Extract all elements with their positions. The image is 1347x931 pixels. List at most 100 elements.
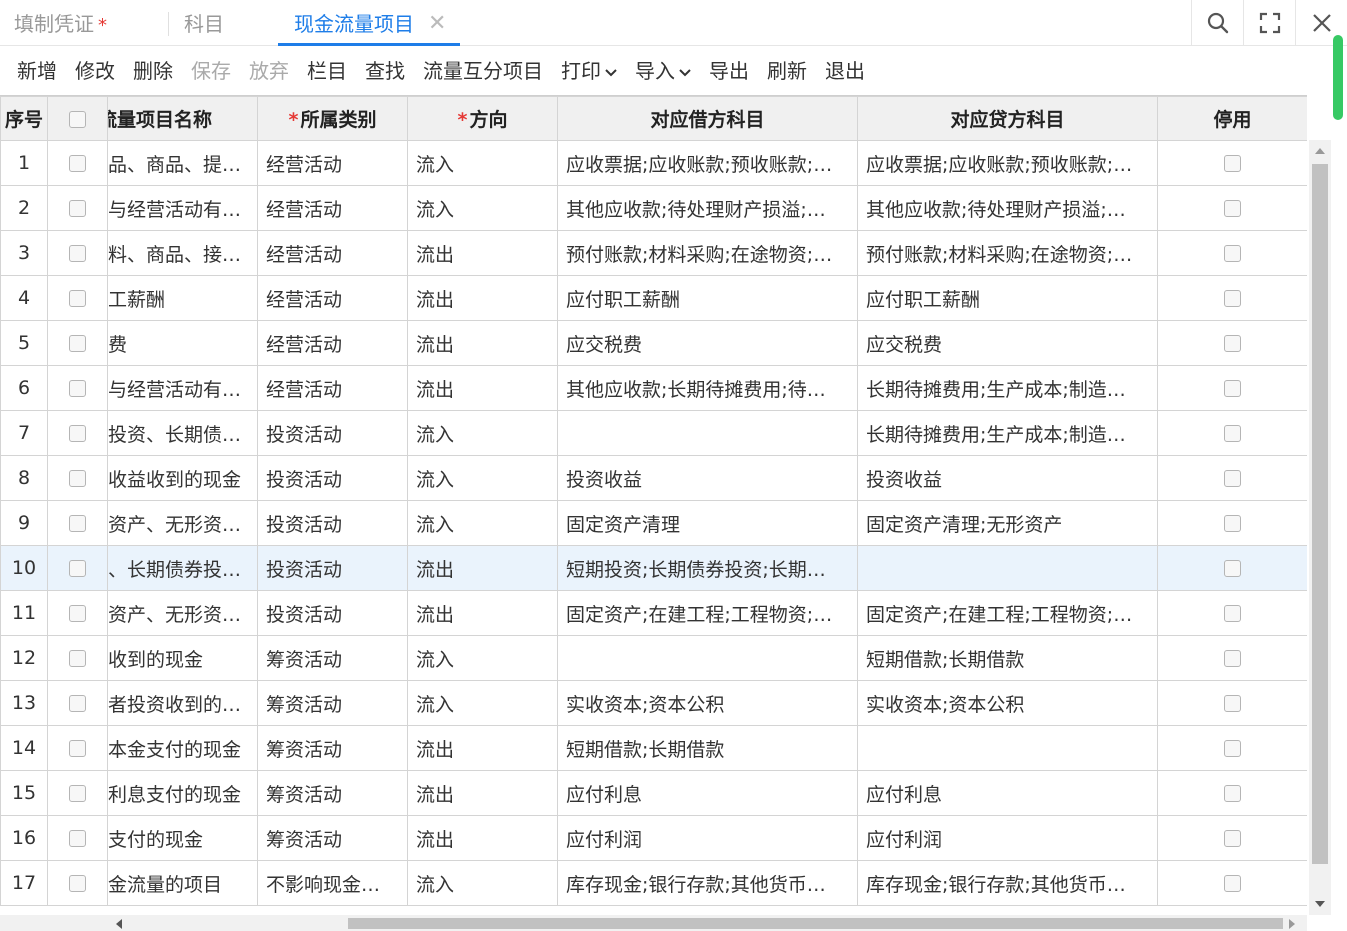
row-checkbox[interactable] xyxy=(69,335,86,352)
row-checkbox[interactable] xyxy=(69,290,86,307)
print-dropdown[interactable]: 打印 xyxy=(552,47,626,95)
cell-category[interactable]: 投资活动 xyxy=(257,500,408,546)
cell-debit-accounts[interactable]: 应交税费 xyxy=(557,320,858,366)
cell-name[interactable]: 工薪酬 xyxy=(107,275,258,321)
table-row[interactable]: 3 料、商品、接… 经营活动 流出 预付账款;材料采购;在途物资;… 预付账款;材料采购;… xyxy=(0,230,1307,276)
cell-debit-accounts[interactable]: 实收资本;资本公积 xyxy=(557,680,858,726)
row-checkbox[interactable] xyxy=(69,740,86,757)
cell-name[interactable]: 资产、无形资… xyxy=(107,590,258,636)
cell-select[interactable] xyxy=(47,455,108,501)
cell-category[interactable]: 筹资活动 xyxy=(257,815,408,861)
cell-category[interactable]: 投资活动 xyxy=(257,455,408,501)
table-row[interactable]: 6 与经营活动有… 经营活动 流出 其他应收款;长期待摊费用;待… 长期待摊费用;生产成本… xyxy=(0,365,1307,411)
cell-direction[interactable]: 流入 xyxy=(407,140,558,186)
cell-direction[interactable]: 流出 xyxy=(407,770,558,816)
col-header-name[interactable]: 流量项目名称 xyxy=(107,96,258,141)
cell-credit-accounts[interactable]: 短期借款;长期借款 xyxy=(857,635,1158,681)
delete-button[interactable]: 删除 xyxy=(124,47,182,95)
cell-disabled[interactable] xyxy=(1157,815,1307,861)
add-button[interactable]: 新增 xyxy=(8,47,66,95)
disabled-checkbox[interactable] xyxy=(1224,875,1241,892)
find-button[interactable]: 查找 xyxy=(356,47,414,95)
row-checkbox[interactable] xyxy=(69,875,86,892)
cell-disabled[interactable] xyxy=(1157,410,1307,456)
close-icon[interactable]: ✕ xyxy=(428,0,446,48)
cell-category[interactable]: 筹资活动 xyxy=(257,725,408,771)
cell-disabled[interactable] xyxy=(1157,725,1307,771)
cell-disabled[interactable] xyxy=(1157,185,1307,231)
table-row[interactable]: 15 利息支付的现金 筹资活动 流出 应付利息 应付利息 xyxy=(0,770,1307,816)
cell-direction[interactable]: 流出 xyxy=(407,365,558,411)
row-checkbox[interactable] xyxy=(69,605,86,622)
cell-category[interactable]: 筹资活动 xyxy=(257,770,408,816)
cell-debit-accounts[interactable]: 固定资产;在建工程;工程物资;… xyxy=(557,590,858,636)
disabled-checkbox[interactable] xyxy=(1224,605,1241,622)
cell-direction[interactable]: 流出 xyxy=(407,545,558,591)
row-checkbox[interactable] xyxy=(69,560,86,577)
cell-category[interactable]: 经营活动 xyxy=(257,230,408,276)
col-header-disabled[interactable]: 停用 xyxy=(1157,96,1307,141)
col-header-debit[interactable]: 对应借方科目 xyxy=(557,96,858,141)
disabled-checkbox[interactable] xyxy=(1224,470,1241,487)
cell-category[interactable]: 筹资活动 xyxy=(257,680,408,726)
scroll-up-icon[interactable] xyxy=(1315,148,1325,154)
table-row[interactable]: 2 与经营活动有… 经营活动 流入 其他应收款;待处理财产损溢;… 其他应收款;待处理财产… xyxy=(0,185,1307,231)
cell-name[interactable]: 利息支付的现金 xyxy=(107,770,258,816)
cell-category[interactable]: 投资活动 xyxy=(257,590,408,636)
cell-category[interactable]: 经营活动 xyxy=(257,320,408,366)
cell-disabled[interactable] xyxy=(1157,140,1307,186)
cell-debit-accounts[interactable]: 应收票据;应收账款;预收账款;… xyxy=(557,140,858,186)
cell-disabled[interactable] xyxy=(1157,500,1307,546)
cell-category[interactable]: 投资活动 xyxy=(257,545,408,591)
cell-direction[interactable]: 流出 xyxy=(407,230,558,276)
cell-credit-accounts[interactable]: 应付利息 xyxy=(857,770,1158,816)
maximize-button[interactable] xyxy=(1243,0,1295,46)
cell-credit-accounts[interactable]: 库存现金;银行存款;其他货币… xyxy=(857,860,1158,906)
cell-category[interactable]: 筹资活动 xyxy=(257,635,408,681)
cell-debit-accounts[interactable]: 其他应收款;待处理财产损溢;… xyxy=(557,185,858,231)
cell-name[interactable]: 者投资收到的… xyxy=(107,680,258,726)
cell-credit-accounts[interactable]: 长期待摊费用;生产成本;制造… xyxy=(857,410,1158,456)
table-row[interactable]: 1 品、商品、提… 经营活动 流入 应收票据;应收账款;预收账款;… 应收票据;应收账款;… xyxy=(0,140,1307,186)
horizontal-scrollbar[interactable] xyxy=(0,915,1307,931)
vertical-scroll-thumb[interactable] xyxy=(1312,164,1328,864)
col-header-category[interactable]: * 所属类别 xyxy=(257,96,408,141)
cell-direction[interactable]: 流入 xyxy=(407,455,558,501)
export-button[interactable]: 导出 xyxy=(700,47,758,95)
cell-disabled[interactable] xyxy=(1157,770,1307,816)
cell-direction[interactable]: 流出 xyxy=(407,725,558,771)
search-button[interactable] xyxy=(1191,0,1243,46)
row-checkbox[interactable] xyxy=(69,200,86,217)
refresh-button[interactable]: 刷新 xyxy=(758,47,816,95)
cell-name[interactable]: 收到的现金 xyxy=(107,635,258,681)
table-row[interactable]: 10 、长期债券投… 投资活动 流出 短期投资;长期债券投资;长期… xyxy=(0,545,1307,591)
row-checkbox[interactable] xyxy=(69,425,86,442)
discard-button[interactable]: 放弃 xyxy=(240,47,298,95)
scroll-left-icon[interactable] xyxy=(116,919,122,929)
cell-select[interactable] xyxy=(47,815,108,861)
cell-debit-accounts[interactable] xyxy=(557,410,858,456)
cell-select[interactable] xyxy=(47,860,108,906)
columns-button[interactable]: 栏目 xyxy=(298,47,356,95)
cell-disabled[interactable] xyxy=(1157,455,1307,501)
table-row[interactable]: 17 金流量的项目 不影响现金… 流入 库存现金;银行存款;其他货币… 库存现金;银行存款… xyxy=(0,860,1307,906)
cell-name[interactable]: 本金支付的现金 xyxy=(107,725,258,771)
cell-disabled[interactable] xyxy=(1157,860,1307,906)
table-row[interactable]: 9 资产、无形资… 投资活动 流入 固定资产清理 固定资产清理;无形资产 xyxy=(0,500,1307,546)
cell-select[interactable] xyxy=(47,365,108,411)
cell-debit-accounts[interactable]: 应付利润 xyxy=(557,815,858,861)
cell-select[interactable] xyxy=(47,140,108,186)
cell-credit-accounts[interactable]: 固定资产清理;无形资产 xyxy=(857,500,1158,546)
cell-credit-accounts[interactable]: 长期待摊费用;生产成本;制造… xyxy=(857,365,1158,411)
cell-direction[interactable]: 流入 xyxy=(407,500,558,546)
cell-category[interactable]: 经营活动 xyxy=(257,365,408,411)
cell-debit-accounts[interactable]: 固定资产清理 xyxy=(557,500,858,546)
cell-category[interactable]: 投资活动 xyxy=(257,410,408,456)
vertical-scrollbar[interactable] xyxy=(1309,140,1331,915)
cell-select[interactable] xyxy=(47,590,108,636)
cell-direction[interactable]: 流入 xyxy=(407,185,558,231)
cell-credit-accounts[interactable]: 实收资本;资本公积 xyxy=(857,680,1158,726)
cell-name[interactable]: 收益收到的现金 xyxy=(107,455,258,501)
col-header-seq[interactable]: 序号 xyxy=(0,96,48,141)
cell-name[interactable]: 品、商品、提… xyxy=(107,140,258,186)
